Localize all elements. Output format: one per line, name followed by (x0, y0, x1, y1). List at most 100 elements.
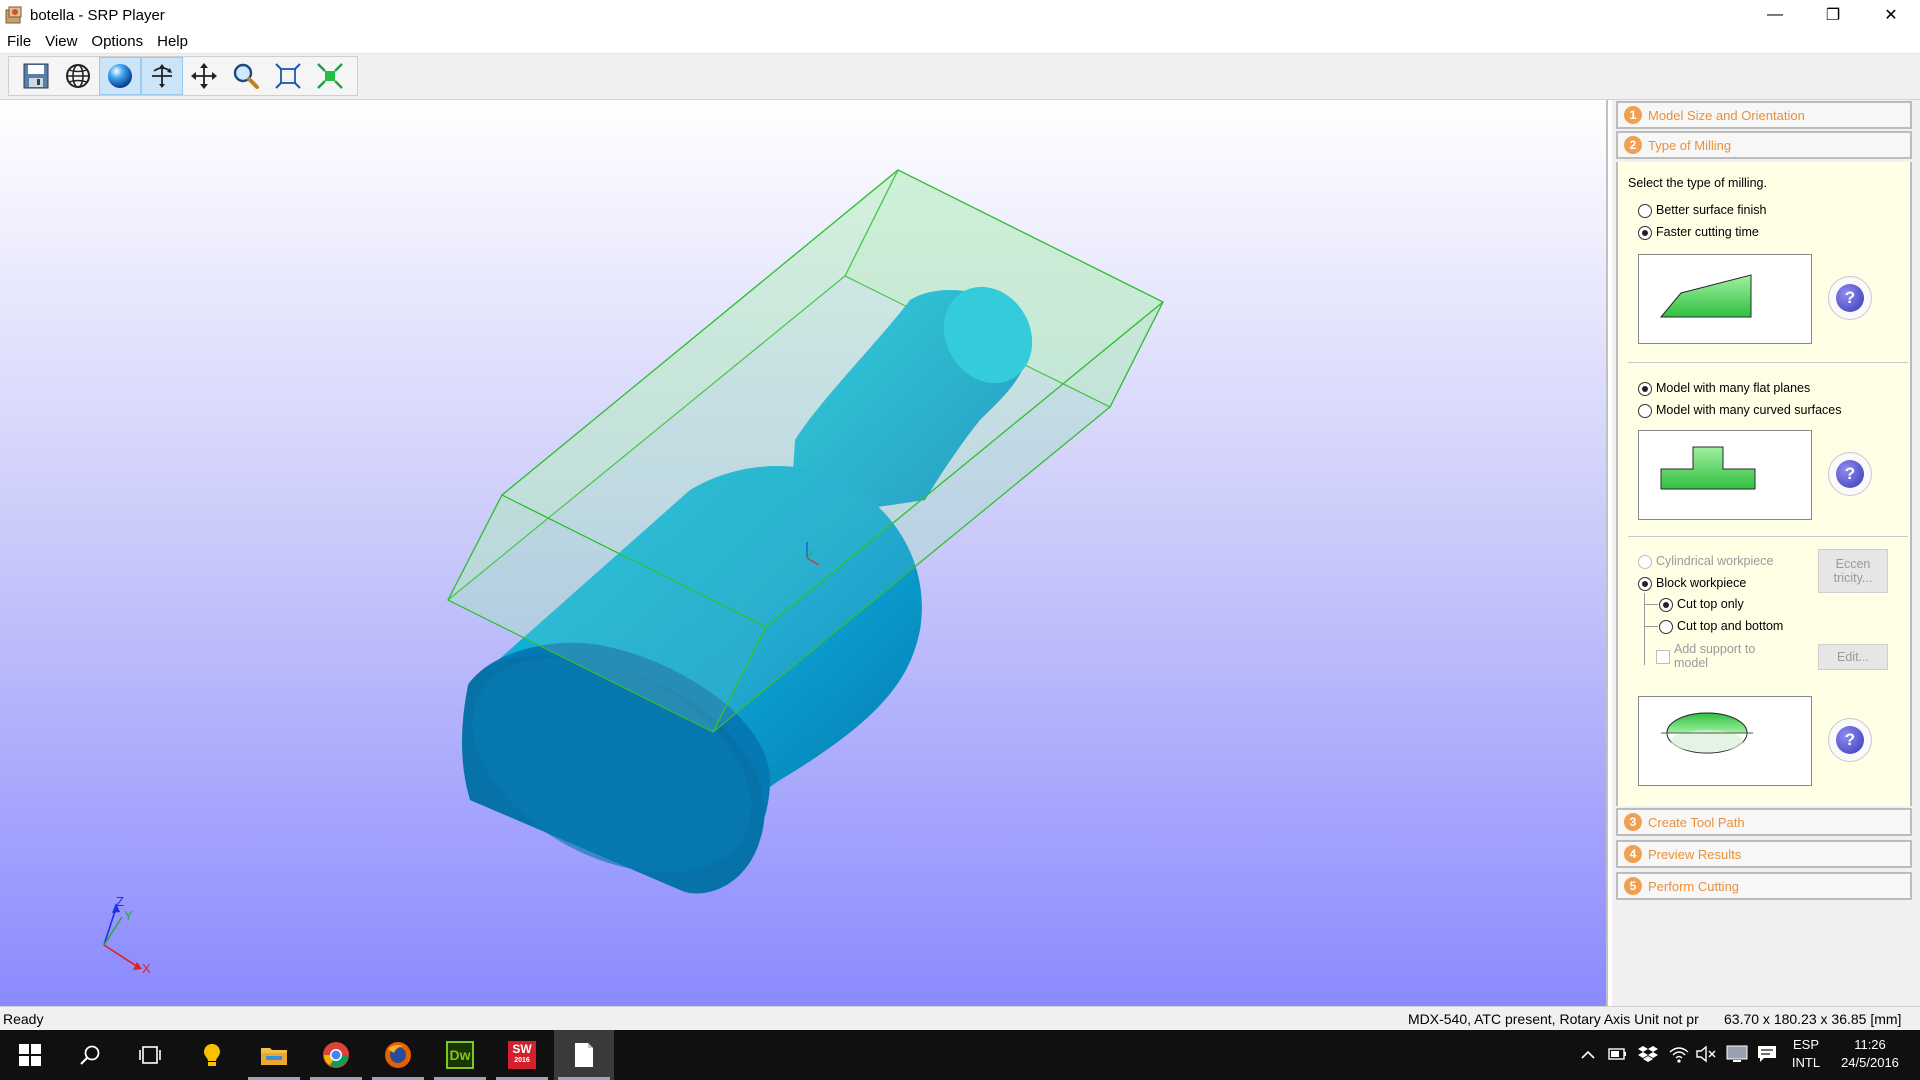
volume-muted-icon[interactable] (1696, 1045, 1718, 1063)
wireframe-view-button[interactable] (57, 57, 99, 95)
notifications-icon[interactable] (1756, 1044, 1778, 1064)
window-controls: — ❐ ✕ (1746, 0, 1920, 30)
dropbox-icon[interactable] (1638, 1045, 1658, 1063)
step-3-header[interactable]: 3 Create Tool Path (1616, 808, 1912, 836)
save-icon (23, 63, 49, 89)
menu-file[interactable]: File (0, 33, 38, 50)
solidworks-button[interactable]: SW 2016 (492, 1030, 552, 1080)
faster-cutting-time-label[interactable]: Faster cutting time (1656, 225, 1759, 239)
cut-top-and-bottom-radio[interactable] (1659, 620, 1673, 634)
clock[interactable]: 11:26 24/5/2016 (1830, 1036, 1910, 1072)
wifi-icon[interactable] (1668, 1044, 1690, 1064)
keyboard-language-indicator[interactable]: ESP INTL (1786, 1036, 1826, 1072)
monitor-icon[interactable] (1726, 1044, 1748, 1064)
solidworks-label: SW (512, 1042, 532, 1056)
step-4-number: 4 (1624, 845, 1642, 863)
menu-view[interactable]: View (38, 33, 84, 50)
window-title: botella - SRP Player (30, 6, 165, 24)
restore-button[interactable]: ❐ (1804, 0, 1862, 30)
3d-viewport[interactable]: Z Y X (0, 100, 1608, 1006)
fit-model-icon (317, 63, 343, 89)
menu-help[interactable]: Help (150, 33, 195, 50)
search-icon (80, 1045, 100, 1065)
dreamweaver-button[interactable]: Dw (430, 1030, 490, 1080)
workpiece-help-button[interactable]: ? (1828, 718, 1872, 762)
pan-button[interactable] (183, 57, 225, 95)
model-type-help-button[interactable]: ? (1828, 452, 1872, 496)
toolbar-group (8, 56, 358, 96)
tray-chevron-up-icon[interactable] (1580, 1048, 1596, 1062)
milling-wizard-panel: 1 Model Size and Orientation 2 Type of M… (1612, 100, 1920, 1006)
battery-icon[interactable] (1608, 1046, 1628, 1062)
status-machine: MDX-540, ATC present, Rotary Axis Unit n… (1408, 1011, 1699, 1027)
zoom-icon (233, 63, 259, 89)
status-bar: Ready MDX-540, ATC present, Rotary Axis … (0, 1006, 1920, 1030)
add-support-checkbox[interactable] (1656, 650, 1670, 664)
eccentricity-label-line1: Eccen (1835, 557, 1871, 571)
close-button[interactable]: ✕ (1862, 0, 1920, 30)
wireframe-globe-icon (66, 64, 90, 88)
rotate-button[interactable] (141, 57, 183, 95)
section-divider (1628, 362, 1908, 363)
finish-help-button[interactable]: ? (1828, 276, 1872, 320)
status-dimensions: 63.70 x 180.23 x 36.85 [mm] (1724, 1011, 1902, 1027)
block-workpiece-radio[interactable] (1638, 577, 1652, 591)
edit-support-button[interactable]: Edit... (1818, 644, 1888, 670)
3d-scene: Z Y X (103, 169, 1165, 976)
step-4-header[interactable]: 4 Preview Results (1616, 840, 1912, 868)
clock-date: 24/5/2016 (1841, 1055, 1899, 1070)
many-curved-surfaces-radio[interactable] (1638, 404, 1652, 418)
step-5-header[interactable]: 5 Perform Cutting (1616, 872, 1912, 900)
cut-top-and-bottom-label[interactable]: Cut top and bottom (1677, 619, 1783, 633)
menu-bar: File View Options Help (0, 30, 1920, 54)
start-button[interactable] (0, 1030, 60, 1080)
file-explorer-button[interactable] (244, 1030, 304, 1080)
many-flat-planes-label[interactable]: Model with many flat planes (1656, 381, 1810, 395)
cylindrical-workpiece-label[interactable]: Cylindrical workpiece (1656, 554, 1773, 568)
task-view-icon (139, 1046, 161, 1064)
chrome-button[interactable] (306, 1030, 366, 1080)
add-support-label-line1[interactable]: Add support to (1674, 642, 1755, 656)
tree-connector (1644, 604, 1658, 605)
search-button[interactable] (60, 1030, 120, 1080)
workpiece-shape-icon (1661, 712, 1753, 754)
tree-connector (1644, 626, 1658, 627)
language-line1: ESP (1792, 1037, 1819, 1052)
zoom-button[interactable] (225, 57, 267, 95)
save-button[interactable] (15, 57, 57, 95)
cylindrical-workpiece-radio[interactable] (1638, 555, 1652, 569)
task-view-button[interactable] (120, 1030, 180, 1080)
toolbar (0, 54, 1920, 100)
firefox-button[interactable] (368, 1030, 428, 1080)
fit-model-button[interactable] (309, 57, 351, 95)
minimize-button[interactable]: — (1746, 0, 1804, 30)
better-surface-finish-radio[interactable] (1638, 204, 1652, 218)
eccentricity-button[interactable]: Eccen tricity... (1818, 549, 1888, 593)
better-surface-finish-label[interactable]: Better surface finish (1656, 203, 1766, 217)
step-2-header[interactable]: 2 Type of Milling (1616, 131, 1912, 159)
add-support-label-line2[interactable]: model (1674, 656, 1708, 670)
tips-app-button[interactable] (182, 1030, 242, 1080)
step-2-label: Type of Milling (1648, 137, 1732, 153)
menu-options[interactable]: Options (84, 33, 150, 50)
chrome-icon (323, 1042, 349, 1068)
cut-top-only-label[interactable]: Cut top only (1677, 597, 1744, 611)
solidworks-icon: SW 2016 (508, 1041, 536, 1069)
section-divider (1628, 536, 1908, 537)
taskbar: Dw SW 2016 ESP INTL 11:26 24/5/2016 (0, 1030, 1920, 1080)
many-flat-planes-radio[interactable] (1638, 382, 1652, 396)
faster-cutting-time-radio[interactable] (1638, 226, 1652, 240)
help-icon: ? (1836, 284, 1864, 312)
eccentricity-label-line2: tricity... (1833, 571, 1873, 585)
flat-planes-shape-icon (1660, 446, 1756, 490)
step-5-number: 5 (1624, 877, 1642, 895)
srp-player-taskbar-button[interactable] (554, 1030, 614, 1080)
dreamweaver-icon: Dw (446, 1041, 474, 1069)
fit-window-button[interactable] (267, 57, 309, 95)
cut-top-only-radio[interactable] (1659, 598, 1673, 612)
restore-icon: ❐ (1825, 7, 1841, 24)
many-curved-surfaces-label[interactable]: Model with many curved surfaces (1656, 403, 1842, 417)
block-workpiece-label[interactable]: Block workpiece (1656, 576, 1746, 590)
shaded-view-button[interactable] (99, 57, 141, 95)
step-1-header[interactable]: 1 Model Size and Orientation (1616, 101, 1912, 129)
